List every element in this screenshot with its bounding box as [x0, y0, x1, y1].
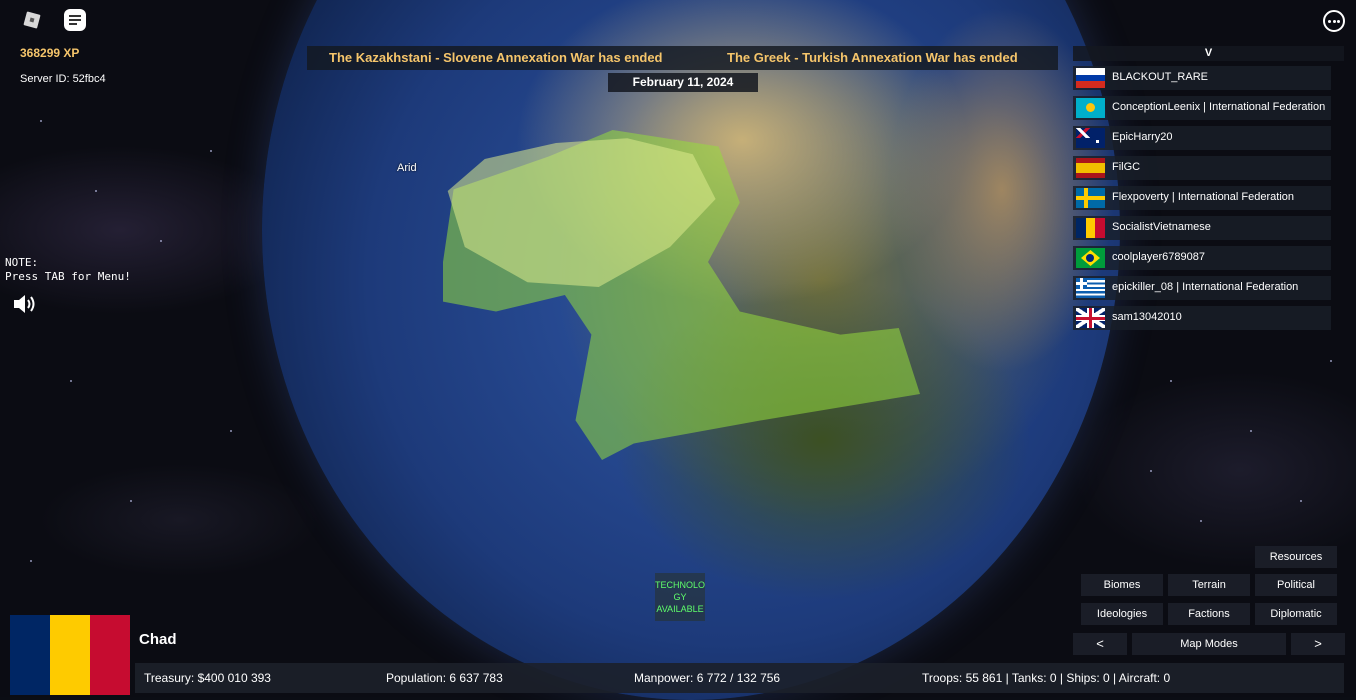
news-item: The Kazakhstani - Slovene Annexation War… — [329, 50, 663, 65]
technology-available-text: TECHNOLO GY AVAILABLE — [655, 580, 706, 614]
player-name: Flexpoverty | International Federation — [1112, 191, 1295, 203]
player-list-item[interactable]: Flexpoverty | International Federation — [1073, 186, 1331, 210]
speaker-icon[interactable] — [12, 292, 38, 316]
population-stat: Population: 6 637 783 — [386, 671, 503, 685]
political-map-mode-button[interactable]: Political — [1255, 574, 1337, 596]
uk-flag-icon — [1076, 308, 1105, 328]
player-name: coolplayer6789087 — [1112, 251, 1205, 263]
chad-flag-icon — [1076, 218, 1105, 238]
game-date: February 11, 2024 — [608, 73, 758, 92]
player-name: FilGC — [1112, 161, 1141, 173]
player-name: ConceptionLeenix | International Federat… — [1112, 101, 1326, 113]
player-list-toggle[interactable]: V — [1073, 46, 1344, 61]
country-name: Chad — [139, 631, 177, 648]
player-list-item[interactable]: SocialistVietnamese — [1073, 216, 1331, 240]
player-name: epickiller_08 | International Federation — [1112, 281, 1299, 293]
australia-flag-icon — [1076, 128, 1105, 148]
ideologies-map-mode-button[interactable]: Ideologies — [1081, 603, 1163, 625]
player-list-item[interactable]: FilGC — [1073, 156, 1331, 180]
map-modes-label: Map Modes — [1132, 633, 1286, 655]
country-stats-bar: Treasury: $400 010 393 Population: 6 637… — [135, 663, 1344, 693]
spain-flag-icon — [1076, 158, 1105, 178]
xp-counter: 368299 XP — [20, 46, 80, 60]
player-name: BLACKOUT_RARE — [1112, 71, 1208, 83]
server-id: Server ID: 52fbc4 — [20, 73, 106, 85]
kazakhstan-flag-icon — [1076, 98, 1105, 118]
biomes-map-mode-button[interactable]: Biomes — [1081, 574, 1163, 596]
player-list-item[interactable]: epickiller_08 | International Federation — [1073, 276, 1331, 300]
more-options-icon[interactable] — [1323, 10, 1345, 32]
player-name: SocialistVietnamese — [1112, 221, 1211, 233]
treasury-stat: Treasury: $400 010 393 — [144, 671, 271, 685]
technology-available-badge[interactable]: TECHNOLO GY AVAILABLE — [655, 573, 705, 621]
next-map-mode-button[interactable]: > — [1291, 633, 1345, 655]
manpower-stat: Manpower: 6 772 / 132 756 — [634, 671, 781, 685]
player-list-item[interactable]: ConceptionLeenix | International Federat… — [1073, 96, 1331, 120]
menu-hint: NOTE: Press TAB for Menu! — [5, 256, 131, 283]
chat-icon[interactable] — [64, 9, 86, 31]
news-ticker: The Kazakhstani - Slovene Annexation War… — [307, 46, 1058, 70]
player-list-item[interactable]: BLACKOUT_RARE — [1073, 66, 1331, 90]
resources-map-mode-button[interactable]: Resources — [1255, 546, 1337, 568]
roblox-menu-icon[interactable] — [22, 10, 42, 30]
russia-flag-icon — [1076, 68, 1105, 88]
player-list-item[interactable]: EpicHarry20 — [1073, 126, 1331, 150]
country-flag-icon — [10, 615, 130, 695]
diplomatic-map-mode-button[interactable]: Diplomatic — [1255, 603, 1337, 625]
player-list-item[interactable]: sam13042010 — [1073, 306, 1331, 330]
military-stat: Troops: 55 861 | Tanks: 0 | Ships: 0 | A… — [922, 671, 1171, 685]
brazil-flag-icon — [1076, 248, 1105, 268]
greece-flag-icon — [1076, 278, 1105, 298]
terrain-map-mode-button[interactable]: Terrain — [1168, 574, 1250, 596]
player-name: sam13042010 — [1112, 311, 1182, 323]
player-name: EpicHarry20 — [1112, 131, 1173, 143]
factions-map-mode-button[interactable]: Factions — [1168, 603, 1250, 625]
sweden-flag-icon — [1076, 188, 1105, 208]
biome-label: Arid — [397, 162, 417, 174]
previous-map-mode-button[interactable]: < — [1073, 633, 1127, 655]
news-item: The Greek - Turkish Annexation War has e… — [727, 50, 1018, 65]
player-list-item[interactable]: coolplayer6789087 — [1073, 246, 1331, 270]
